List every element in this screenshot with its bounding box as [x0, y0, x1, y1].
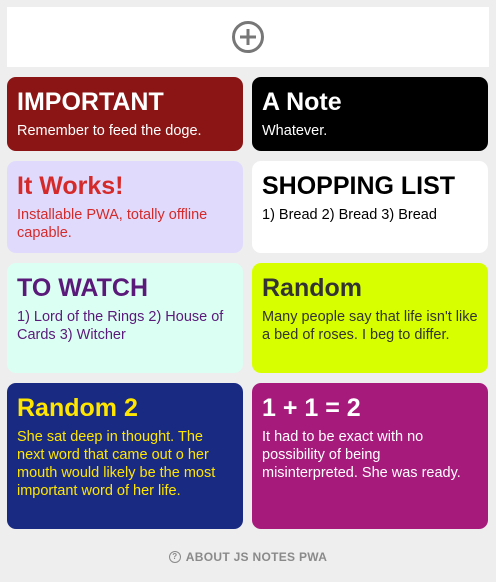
note-body: Many people say that life isn't like a b… — [262, 309, 478, 343]
note-body: 1) Lord of the Rings 2) House of Cards 3… — [17, 309, 224, 343]
note-card[interactable]: SHOPPING LIST 1) Bread 2) Bread 3) Bread — [252, 161, 488, 253]
about-link[interactable]: ? ABOUT JS NOTES PWA — [0, 545, 496, 569]
note-body: Whatever. — [262, 123, 328, 139]
note-body: It had to be exact with no possibility o… — [262, 429, 461, 481]
note-card[interactable]: TO WATCH 1) Lord of the Rings 2) House o… — [7, 263, 243, 373]
note-card[interactable]: 1 + 1 = 2 It had to be exact with no pos… — [252, 383, 488, 529]
note-title: It Works! — [17, 172, 124, 200]
note-title: SHOPPING LIST — [262, 172, 456, 200]
notes-grid: IMPORTANT Remember to feed the doge. A N… — [0, 0, 496, 582]
note-body: She sat deep in thought. The next word t… — [17, 429, 216, 499]
question-circle-icon: ? — [168, 551, 181, 563]
note-title: IMPORTANT — [17, 88, 164, 116]
note-title: Random 2 — [17, 394, 138, 422]
note-card[interactable]: IMPORTANT Remember to feed the doge. — [7, 77, 243, 151]
note-body: 1) Bread 2) Bread 3) Bread — [262, 207, 437, 223]
note-card[interactable]: A Note Whatever. — [252, 77, 488, 151]
note-card[interactable]: Random Many people say that life isn't l… — [252, 263, 488, 373]
note-card[interactable]: Random 2 She sat deep in thought. The ne… — [7, 383, 243, 529]
note-card[interactable]: It Works! Installable PWA, totally offli… — [7, 161, 243, 253]
note-title: Random — [262, 274, 362, 302]
note-title: A Note — [262, 88, 342, 116]
about-label[interactable]: ABOUT JS NOTES PWA — [186, 550, 327, 564]
note-body: Installable PWA, totally offline capable… — [17, 207, 208, 241]
note-title: TO WATCH — [17, 274, 149, 302]
note-body: Remember to feed the doge. — [17, 123, 202, 139]
note-title: 1 + 1 = 2 — [262, 394, 361, 422]
